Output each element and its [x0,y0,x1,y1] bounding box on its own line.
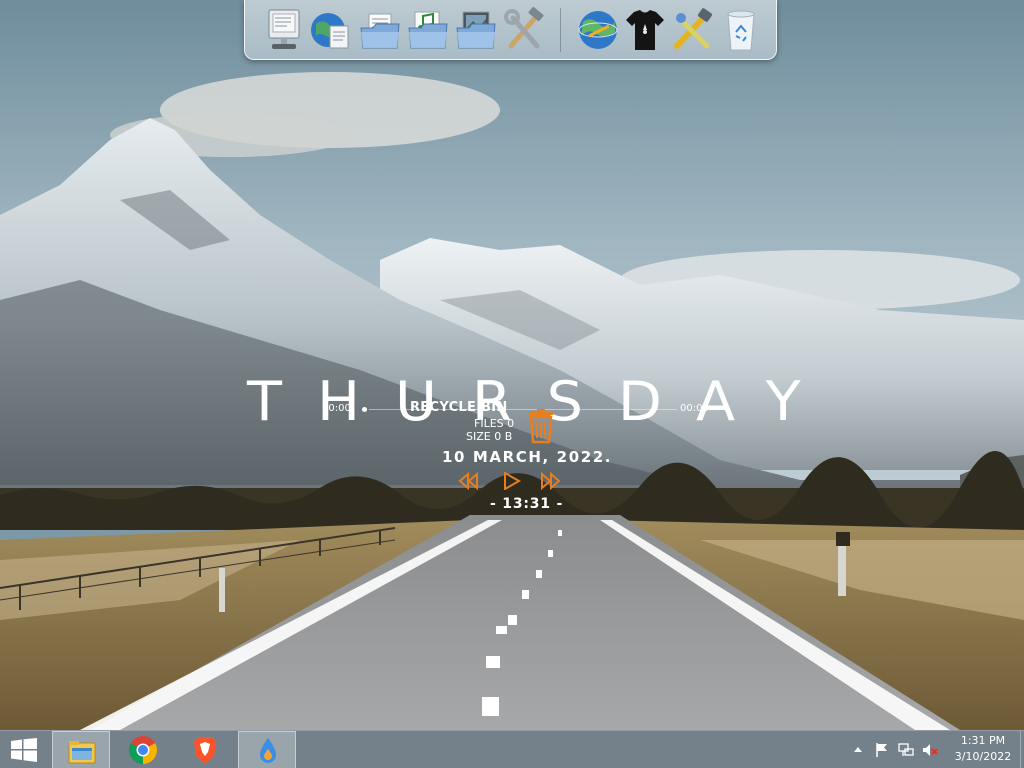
show-hidden-icons-button[interactable] [849,741,867,759]
recycle-bin-title: RECYCLE BIN [410,400,508,415]
media-progress-dot [362,407,367,412]
taskbar: 1:31 PM 3/10/2022 [0,730,1024,768]
volume-button[interactable] [921,741,939,759]
brave-icon [194,737,216,764]
recycle-bin-widget-icon[interactable] [527,408,555,444]
file-explorer-icon [68,741,96,764]
settings-tools-icon[interactable] [669,6,715,54]
play-icon [504,471,522,491]
network-status-button[interactable] [897,741,915,759]
show-desktop-button[interactable] [1020,731,1024,768]
taskbar-clock[interactable]: 1:31 PM 3/10/2022 [946,733,1020,767]
tshirt-icon[interactable] [622,6,668,54]
chevron-up-icon [854,747,862,752]
start-button[interactable] [0,731,48,768]
internet-globe-icon[interactable] [575,6,621,54]
dock-separator [560,8,561,52]
network-places-icon[interactable] [308,6,354,54]
app-dock [244,0,777,60]
fast-forward-icon [541,471,561,491]
recycle-bin-icon[interactable] [718,6,764,54]
previous-track-button[interactable] [458,471,480,491]
network-icon [898,743,914,756]
windows-logo-icon [11,738,37,762]
clock-text: - 13:31 - [490,496,564,512]
taskbar-chrome[interactable] [114,731,172,768]
recycle-bin-size: SIZE 0 B [466,430,513,443]
raindrop-app-icon [260,738,276,763]
taskbar-time: 1:31 PM [960,734,1006,747]
media-total-time: 00:00 [680,403,709,414]
music-folder-icon[interactable] [405,6,451,54]
media-elapsed-time: 00:00 [322,403,351,414]
tools-icon[interactable] [501,6,547,54]
chrome-icon [129,736,157,764]
flag-icon [876,743,887,757]
play-button[interactable] [501,471,523,491]
date-text: 10 MARCH, 2022. [442,448,613,466]
taskbar-date: 3/10/2022 [954,750,1012,763]
pictures-folder-icon[interactable] [453,6,499,54]
taskbar-brave[interactable] [176,731,234,768]
taskbar-raindrop-app[interactable] [238,731,296,768]
action-center-button[interactable] [873,741,891,759]
computer-icon[interactable] [261,6,307,54]
rewind-icon [458,471,478,491]
desktop-wallpaper [0,0,1024,730]
documents-folder-icon[interactable] [357,6,403,54]
taskbar-file-explorer[interactable] [52,731,110,768]
recycle-bin-files-count: FILES 0 [474,417,515,430]
next-track-button[interactable] [539,471,561,491]
volume-muted-icon [923,744,938,756]
